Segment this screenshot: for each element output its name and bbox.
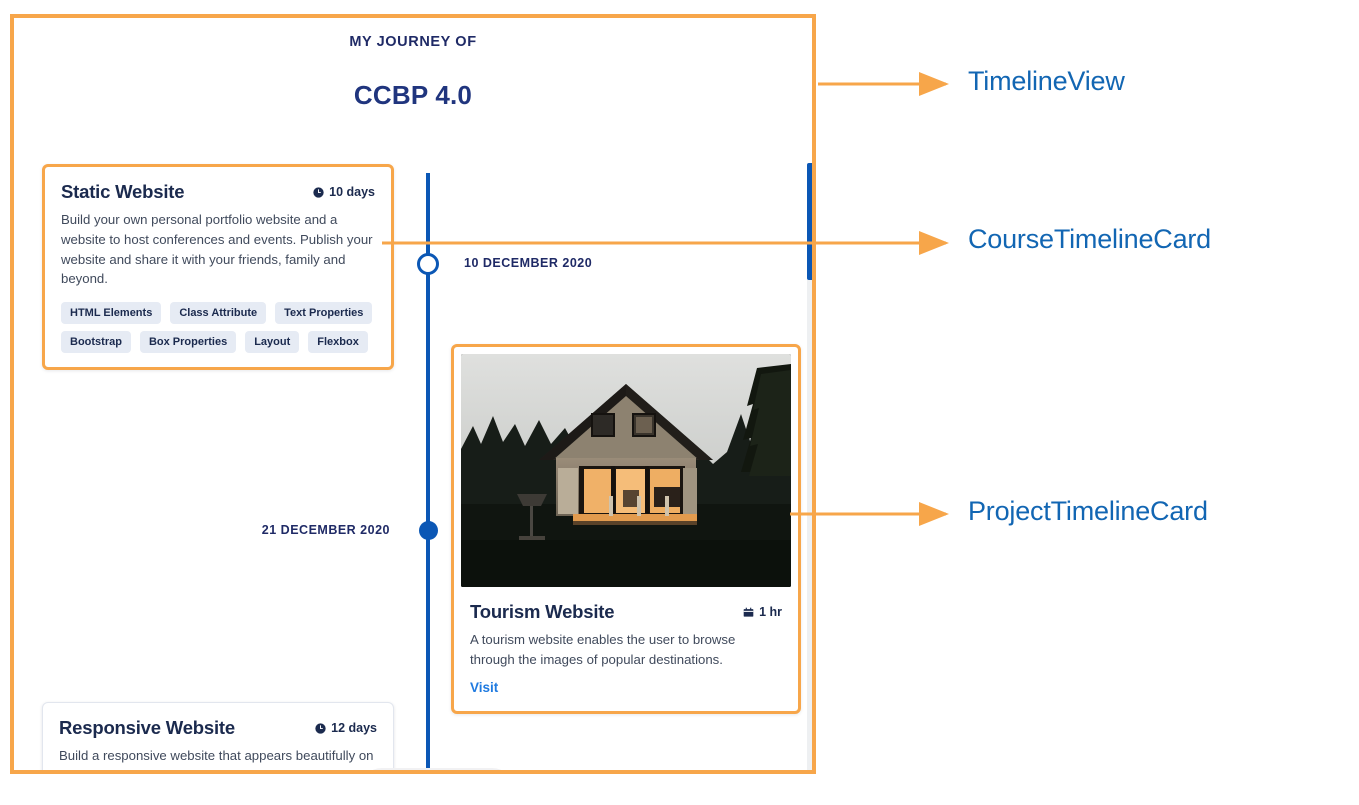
course-card-title: Static Website: [61, 181, 185, 202]
tag-item: Class Attribute: [170, 302, 267, 325]
course-timeline-card-static-website[interactable]: Static Website 10 days Build your own pe…: [42, 164, 394, 371]
timeline-node-filled: [419, 521, 438, 540]
project-card-header: Tourism Website 1 hr: [470, 601, 782, 623]
tag-item: Layout: [245, 331, 300, 354]
tag-item: HTML Elements: [61, 302, 162, 325]
course-card-description: Build your own personal portfolio websit…: [61, 212, 373, 287]
project-card-duration-text: 1 hr: [759, 605, 782, 619]
header-kicker: MY JOURNEY OF: [349, 34, 477, 50]
annotation-label-timelineview: TimelineView: [968, 66, 1125, 96]
project-card-duration: 1 hr: [743, 605, 782, 619]
vertical-scrollbar-track[interactable]: [807, 163, 812, 770]
timeline-date-10-december-2020: 10 DECEMBER 2020: [464, 256, 593, 270]
annotation-label-coursetimelinecard: CourseTimelineCard: [968, 224, 1211, 254]
clock-icon: [315, 722, 326, 734]
course-card-duration: 10 days: [313, 185, 375, 199]
course-card-tag-list: HTML Elements Class Attribute Text Prope…: [61, 302, 375, 354]
annotation-label-projecttimelinecard: ProjectTimelineCard: [968, 496, 1208, 526]
timeline-node-hollow: [417, 253, 439, 275]
page-header: MY JOURNEY OF CCBP 4.0: [14, 34, 812, 111]
course-card-body: Static Website 10 days Build your own pe…: [45, 167, 391, 367]
timeline-view: MY JOURNEY OF CCBP 4.0 10 DECEMBER 2020 …: [14, 18, 812, 770]
clock-icon: [313, 186, 324, 198]
tag-item: Text Properties: [275, 302, 373, 325]
project-card-body: Tourism Website 1 hr A tourism website e…: [454, 587, 798, 711]
vertical-scrollbar-thumb[interactable]: [807, 163, 812, 280]
course-timeline-card-responsive-website[interactable]: Responsive Website 12 days Build a respo…: [42, 702, 394, 770]
course-card-header: Responsive Website 12 days: [59, 717, 377, 739]
timeline-nav-controls: [360, 768, 514, 770]
course-card-duration: 12 days: [315, 721, 377, 735]
visit-link[interactable]: Visit: [470, 680, 498, 695]
course-card-duration-text: 12 days: [331, 721, 377, 735]
course-card-title: Responsive Website: [59, 717, 235, 738]
cabin-forest-photo: [461, 354, 791, 587]
calendar-icon: [743, 607, 754, 618]
project-card-description: A tourism website enables the user to br…: [470, 632, 736, 667]
project-card-title: Tourism Website: [470, 601, 615, 622]
tag-item: Bootstrap: [61, 331, 131, 354]
course-card-description: Build a responsive website that appears …: [59, 748, 374, 763]
course-card-duration-text: 10 days: [329, 185, 375, 199]
project-card-image: [461, 354, 791, 587]
project-timeline-card-tourism-website[interactable]: Tourism Website 1 hr A tourism website e…: [451, 344, 801, 714]
screenshot-canvas: MY JOURNEY OF CCBP 4.0 10 DECEMBER 2020 …: [0, 0, 1359, 805]
course-card-header: Static Website 10 days: [61, 181, 375, 203]
tag-item: Flexbox: [308, 331, 368, 354]
page-title: CCBP 4.0: [353, 80, 473, 110]
course-card-body: Responsive Website 12 days Build a respo…: [43, 703, 393, 770]
tag-item: Box Properties: [139, 331, 237, 354]
timeline-view-region: MY JOURNEY OF CCBP 4.0 10 DECEMBER 2020 …: [10, 14, 816, 774]
timeline-date-21-december-2020: 21 DECEMBER 2020: [261, 523, 390, 537]
